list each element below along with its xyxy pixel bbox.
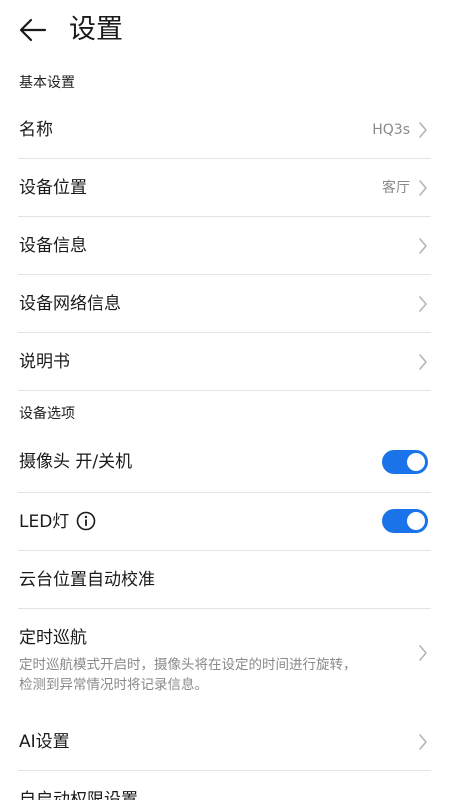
settings-row-autostart[interactable]: 自启动权限设置	[0, 772, 450, 800]
led-toggle[interactable]	[382, 509, 428, 533]
settings-row-device-info[interactable]: 设备信息	[0, 218, 450, 274]
chevron-right-icon	[419, 180, 427, 196]
divider	[18, 550, 431, 551]
divider	[18, 390, 431, 391]
divider	[18, 332, 431, 333]
settings-row-ai[interactable]: AI设置	[0, 714, 450, 770]
row-label: 名称	[19, 120, 53, 140]
settings-row-name[interactable]: 名称 HQ3s	[0, 102, 450, 158]
chevron-right-icon	[419, 354, 427, 370]
section-title-basic: 基本设置	[19, 75, 75, 91]
chevron-right-icon	[419, 122, 427, 138]
row-label: 设备网络信息	[19, 294, 121, 314]
divider	[18, 158, 431, 159]
section-title-options: 设备选项	[19, 406, 75, 422]
row-label: 说明书	[19, 352, 70, 372]
divider	[18, 770, 431, 771]
row-label: 自启动权限设置	[19, 790, 138, 800]
row-label: 定时巡航	[19, 628, 87, 648]
settings-row-network-info[interactable]: 设备网络信息	[0, 276, 450, 332]
divider	[18, 492, 431, 493]
divider	[18, 274, 431, 275]
row-label: 摄像头 开/关机	[19, 452, 133, 472]
row-value: 客厅	[382, 180, 410, 196]
row-value: HQ3s	[372, 122, 410, 138]
settings-row-patrol[interactable]: 定时巡航 定时巡航模式开启时，摄像头将在设定的时间进行旋转， 检测到异常情况时将…	[0, 610, 450, 714]
description-line: 检测到异常情况时将记录信息。	[19, 677, 208, 693]
chevron-right-icon	[419, 734, 427, 750]
toggle-knob	[407, 453, 425, 471]
row-label: 设备信息	[19, 236, 87, 256]
camera-power-toggle[interactable]	[382, 450, 428, 474]
settings-row-camera-power: 摄像头 开/关机	[0, 434, 450, 492]
info-icon[interactable]	[76, 511, 96, 531]
app-header: 设置	[0, 0, 450, 64]
toggle-knob	[407, 512, 425, 530]
description-line: 定时巡航模式开启时，摄像头将在设定的时间进行旋转，	[19, 657, 357, 673]
page-title: 设置	[69, 14, 123, 45]
divider	[18, 216, 431, 217]
row-label: LED灯	[19, 512, 70, 532]
row-label: 云台位置自动校准	[19, 570, 155, 590]
settings-row-ptz-calibration[interactable]: 云台位置自动校准	[0, 552, 450, 608]
chevron-right-icon	[419, 645, 427, 661]
chevron-right-icon	[419, 296, 427, 312]
settings-row-manual[interactable]: 说明书	[0, 334, 450, 390]
back-arrow-icon[interactable]	[18, 17, 48, 43]
settings-row-location[interactable]: 设备位置 客厅	[0, 160, 450, 216]
row-label: 设备位置	[19, 178, 87, 198]
settings-row-led: LED灯	[0, 494, 450, 550]
chevron-right-icon	[419, 238, 427, 254]
row-label: AI设置	[19, 732, 70, 752]
divider	[18, 608, 431, 609]
row-description: 定时巡航模式开启时，摄像头将在设定的时间进行旋转， 检测到异常情况时将记录信息。	[19, 655, 399, 695]
